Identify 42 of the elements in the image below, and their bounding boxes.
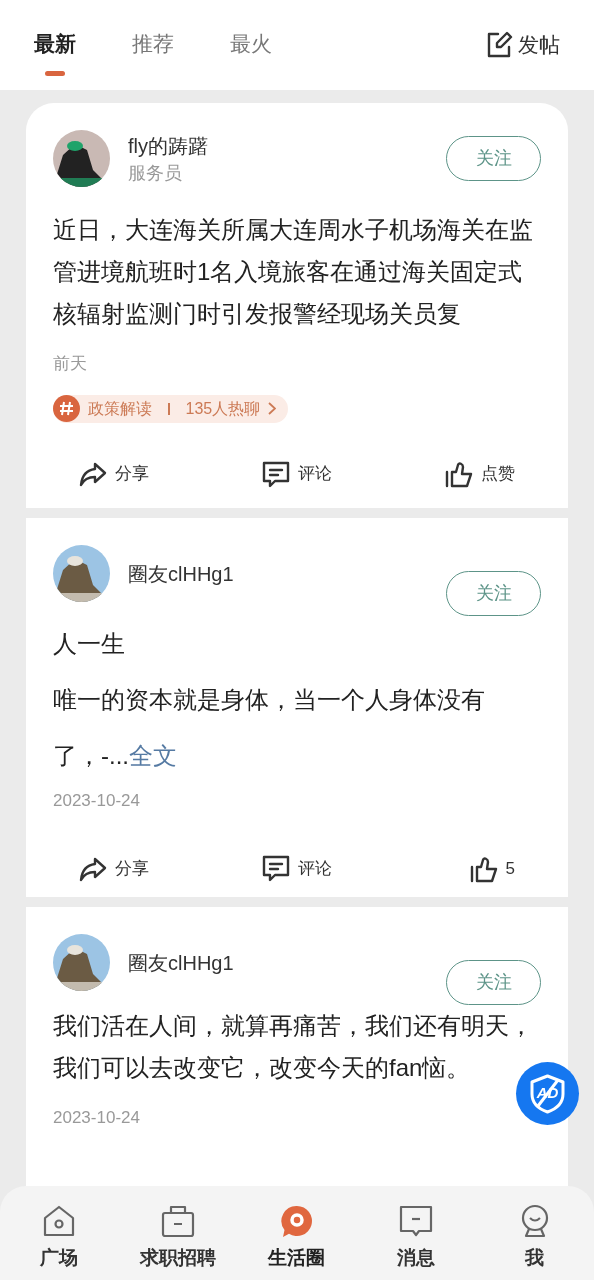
- hashtag-icon: [53, 395, 80, 422]
- topic-heat: 135人热聊: [185, 398, 261, 419]
- author-name[interactable]: fly的踌躇: [128, 131, 428, 160]
- share-button[interactable]: 分享: [53, 855, 216, 882]
- comment-button[interactable]: 评论: [215, 460, 379, 488]
- post-text: 唯一的资本就是身体，当一个人身体没有了，-...全文: [53, 685, 486, 771]
- share-icon: [79, 461, 107, 487]
- author-name[interactable]: 圈友clHHg1: [128, 559, 428, 588]
- share-button[interactable]: 分享: [53, 461, 216, 487]
- chat-bubble-icon: [280, 1204, 314, 1238]
- briefcase-icon: [161, 1204, 196, 1238]
- nav-tab[interactable]: 我: [475, 1204, 594, 1280]
- feed-tab[interactable]: 推荐: [132, 28, 174, 62]
- post-button[interactable]: 发帖: [484, 29, 560, 61]
- feed-tab[interactable]: 最火: [230, 28, 272, 62]
- thumbs-up-icon: [469, 854, 498, 883]
- topic-divider: [168, 402, 170, 415]
- feed-tab[interactable]: 最新: [34, 28, 76, 62]
- author-name[interactable]: 圈友clHHg1: [128, 948, 428, 977]
- like-button[interactable]: 点赞: [378, 460, 541, 488]
- post-title: 人一生: [53, 629, 126, 659]
- author-role: 服务员: [128, 161, 183, 185]
- topic-name: 政策解读: [88, 398, 152, 419]
- tab-indicator: [45, 70, 65, 76]
- post-text: 近日，大连海关所属大连周水子机场海关在监管进境航班时1名入境旅客在通过海关固定式核辐射监测门时引发报警经现场关员复: [53, 215, 534, 329]
- home-icon: [42, 1204, 77, 1238]
- nav-tab[interactable]: 生活圈: [237, 1204, 357, 1280]
- nav-tab[interactable]: 求职招聘: [118, 1204, 238, 1280]
- message-icon: [398, 1204, 433, 1238]
- like-button[interactable]: 5: [378, 854, 541, 883]
- share-icon: [79, 855, 107, 882]
- comment-icon: [262, 855, 290, 882]
- nav-tab[interactable]: 消息: [356, 1204, 476, 1280]
- comment-button[interactable]: 评论: [215, 855, 379, 882]
- post-time: 2023-10-24: [53, 1107, 141, 1129]
- comment-icon: [262, 460, 290, 488]
- chevron-right-icon: [268, 402, 277, 415]
- full-text-link[interactable]: 全文: [129, 742, 177, 769]
- nav-tab[interactable]: 广场: [0, 1204, 119, 1280]
- post-time: 2023-10-24: [53, 790, 141, 812]
- thumbs-up-icon: [445, 460, 473, 488]
- post-time: 前天: [53, 353, 88, 375]
